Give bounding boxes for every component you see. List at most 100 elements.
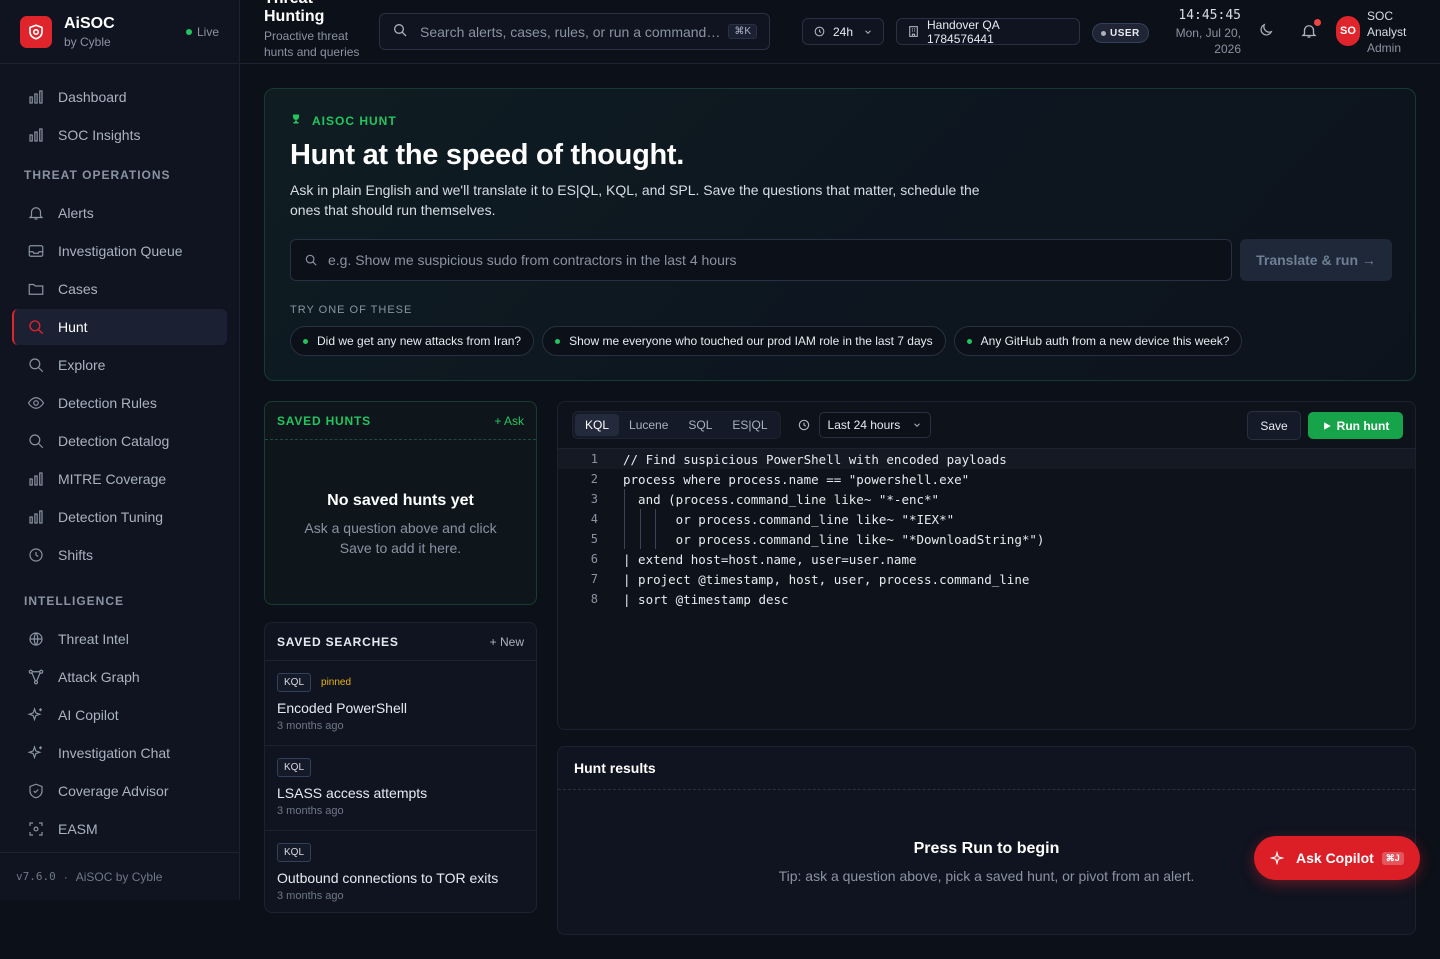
chevron-down-icon	[863, 27, 873, 37]
sidebar-item-label: MITRE Coverage	[58, 471, 167, 487]
version: v7.6.0	[16, 870, 56, 883]
notification-dot	[1314, 19, 1321, 26]
ask-button[interactable]: + Ask	[494, 414, 524, 428]
brand-sub: by Cyble	[64, 34, 111, 49]
sidebar-item-label: Shifts	[58, 547, 94, 563]
play-icon	[1322, 421, 1332, 431]
sidebar-item-hunt[interactable]: Hunt	[12, 309, 227, 345]
sidebar-item-shifts[interactable]: Shifts	[12, 537, 227, 573]
inbox-icon	[26, 241, 46, 261]
sidebar-item-detection-rules[interactable]: Detection Rules	[12, 385, 227, 421]
building-icon	[907, 25, 920, 38]
notifications-bell-icon[interactable]	[1300, 19, 1321, 43]
tab-lucene[interactable]: Lucene	[619, 414, 678, 436]
new-search-button[interactable]: + New	[490, 635, 524, 649]
suggestion-dot-icon	[966, 338, 972, 344]
code-line: 4 or process.command_line like~ "*IEX*"	[558, 509, 1415, 529]
tab-kql[interactable]: KQL	[575, 414, 620, 436]
clock: 14:45:45 Mon, Jul 20, 2026	[1160, 8, 1241, 57]
sparkle-icon	[26, 743, 46, 763]
search-input[interactable]: Search alerts, cases, rules, or run a co…	[420, 24, 728, 40]
bar-chart-icon	[26, 469, 46, 489]
tab-sql[interactable]: SQL	[678, 414, 722, 436]
global-search[interactable]: Search alerts, cases, rules, or run a co…	[379, 13, 770, 50]
sidebar-item-label: Detection Catalog	[58, 433, 170, 449]
sidebar-item-soc-insights[interactable]: SOC Insights	[12, 117, 227, 153]
sidebar-item-cases[interactable]: Cases	[12, 271, 227, 307]
sidebar-item-threat-intel[interactable]: Threat Intel	[12, 621, 227, 657]
sidebar-item-mitre-coverage[interactable]: MITRE Coverage	[12, 461, 227, 497]
search-time: 3 months ago	[277, 720, 344, 732]
ask-copilot-button[interactable]: Ask Copilot ⌘J	[1254, 836, 1420, 880]
hunt-question-input[interactable]: e.g. Show me suspicious sudo from contra…	[290, 239, 1232, 281]
code-text: and (process.command_line like~ "*-enc*"	[623, 491, 940, 507]
clock-icon	[26, 545, 46, 565]
saved-searches-panel: SAVED SEARCHES + New KQL pinned Encoded P…	[264, 622, 537, 913]
saved-hunts-title: SAVED HUNTS	[277, 413, 371, 428]
workspace-select[interactable]: Handover QA 1784576441	[896, 17, 1080, 46]
sidebar-item-dashboard[interactable]: Dashboard	[12, 79, 227, 115]
live-status: Live	[185, 25, 219, 39]
bar-chart-icon	[26, 507, 46, 527]
page-subtitle: Proactive threat hunts and queries	[264, 29, 360, 59]
bell-icon	[26, 203, 46, 223]
live-label: Live	[196, 25, 219, 39]
sidebar-item-explore[interactable]: Explore	[12, 347, 227, 383]
sidebar-item-easm[interactable]: EASM	[12, 811, 227, 847]
bar-chart-icon	[26, 87, 46, 107]
language-tag: KQL	[277, 843, 312, 862]
tab-esql[interactable]: ES|QL	[722, 414, 777, 436]
code-editor[interactable]: 1 // Find suspicious PowerShell with enco…	[558, 449, 1415, 729]
hero-title: Hunt at the speed of thought.	[290, 139, 685, 171]
code-text: | sort @timestamp desc	[623, 591, 789, 607]
sidebar-item-attack-graph[interactable]: Attack Graph	[12, 659, 227, 695]
search-icon	[26, 431, 46, 451]
line-number: 6	[590, 552, 598, 566]
sidebar-footer: v7.6.0 · AiSOC by Cyble	[0, 852, 239, 900]
sidebar-item-detection-catalog[interactable]: Detection Catalog	[12, 423, 227, 459]
shield-logo-icon[interactable]	[20, 15, 52, 48]
sidebar-item-investigation-queue[interactable]: Investigation Queue	[12, 233, 227, 269]
suggestion-chip[interactable]: Show me everyone who touched our prod IA…	[542, 326, 946, 356]
workspace-name: Handover QA 1784576441	[927, 17, 1000, 46]
footer-separator: ·	[63, 869, 68, 884]
sidebar-item-ai-copilot[interactable]: AI Copilot	[12, 697, 227, 733]
run-hunt-label: Run hunt	[1336, 418, 1390, 433]
suggestion-text: Any GitHub auth from a new device this w…	[980, 334, 1230, 348]
line-number: 3	[590, 492, 598, 506]
sidebar-item-detection-tuning[interactable]: Detection Tuning	[12, 499, 227, 535]
clock-time: 14:45:45	[1178, 8, 1241, 23]
results-title: Hunt results	[574, 760, 656, 776]
copilot-shortcut: ⌘J	[1381, 851, 1404, 865]
sidebar-item-label: Dashboard	[58, 89, 127, 105]
avatar-initials: SO	[1336, 16, 1360, 46]
time-range-select[interactable]: 24h	[802, 18, 884, 45]
suggestion-chip[interactable]: Any GitHub auth from a new device this w…	[953, 326, 1243, 356]
clock-icon	[813, 25, 826, 38]
query-range-select[interactable]: Last 24 hours	[818, 412, 932, 438]
empty-title: No saved hunts yet	[327, 492, 474, 509]
sidebar-item-coverage-advisor[interactable]: Coverage Advisor	[12, 773, 227, 809]
suggestion-chip[interactable]: Did we get any new attacks from Iran?	[290, 326, 535, 356]
list-item[interactable]: KQL Outbound connections to TOR exits 3 …	[265, 830, 536, 915]
shield-icon	[26, 781, 46, 801]
suggestion-dot-icon	[555, 338, 561, 344]
sidebar-item-alerts[interactable]: Alerts	[12, 195, 227, 231]
line-number: 1	[590, 452, 598, 466]
editor-toolbar: KQL Lucene SQL ES|QL Last 24 hours Save …	[558, 402, 1415, 449]
avatar[interactable]: SO	[1336, 16, 1360, 46]
sidebar-item-investigation-chat[interactable]: Investigation Chat	[12, 735, 227, 771]
run-hunt-button[interactable]: Run hunt	[1308, 412, 1403, 439]
theme-toggle-moon-icon[interactable]	[1258, 22, 1274, 41]
saved-hunts-panel: SAVED HUNTS + Ask No saved hunts yet Ask…	[264, 401, 537, 605]
user-info[interactable]: SOC Analyst Admin	[1367, 8, 1411, 56]
ask-copilot-label: Ask Copilot	[1296, 850, 1374, 866]
hunt-question-placeholder: e.g. Show me suspicious sudo from contra…	[328, 252, 737, 268]
save-button[interactable]: Save	[1247, 411, 1301, 440]
list-item[interactable]: KQL LSASS access attempts 3 months ago	[265, 745, 536, 830]
code-line: 8 | sort @timestamp desc	[558, 589, 1415, 609]
code-line: 2 process where process.name == "powershe…	[558, 469, 1415, 489]
bar-chart-icon	[26, 125, 46, 145]
list-item[interactable]: KQL pinned Encoded PowerShell 3 months ag…	[265, 660, 536, 745]
translate-run-button[interactable]: Translate & run →	[1240, 239, 1392, 281]
